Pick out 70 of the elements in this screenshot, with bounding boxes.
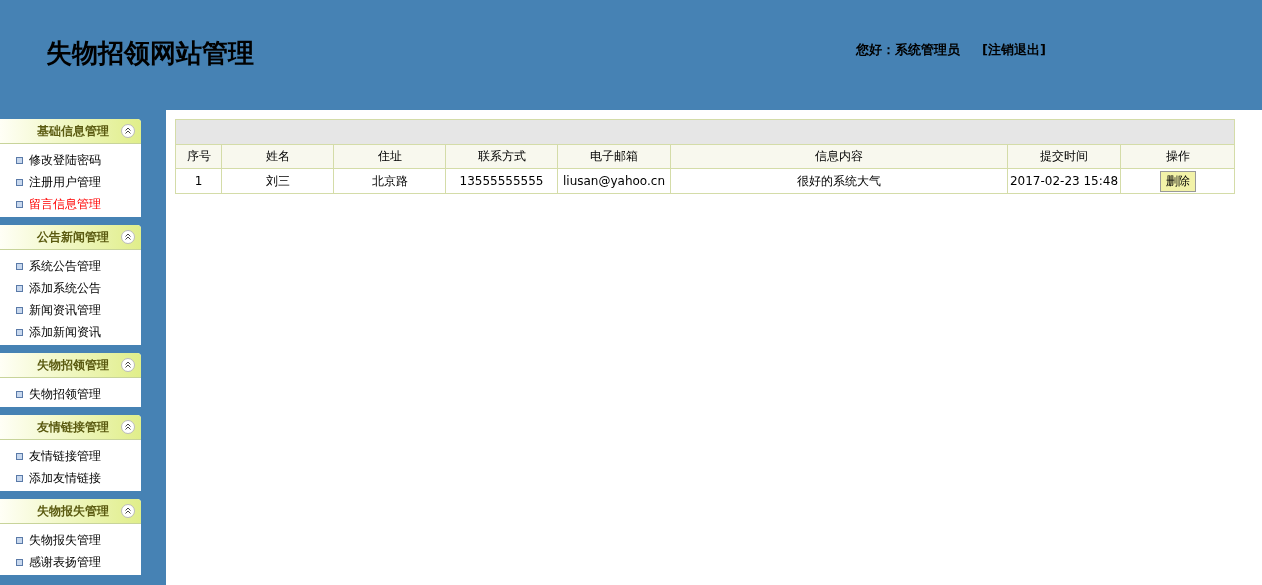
- table-cell: 北京路: [333, 168, 446, 194]
- column-header: 联系方式: [445, 144, 558, 169]
- section-title: 失物招领管理: [37, 356, 109, 374]
- section-title: 基础信息管理: [37, 122, 109, 140]
- column-header: 操作: [1120, 144, 1235, 169]
- link-label: 系统公告管理: [29, 257, 101, 275]
- sidebar-link[interactable]: 系统公告管理: [16, 255, 141, 277]
- sidebar-link[interactable]: 失物招领管理: [16, 383, 141, 405]
- table-cell: 13555555555: [445, 168, 558, 194]
- bullet-icon: [16, 390, 23, 398]
- collapse-icon[interactable]: [121, 420, 135, 434]
- collapse-icon[interactable]: [121, 504, 135, 518]
- bullet-icon: [16, 306, 23, 314]
- sidebar-link[interactable]: 修改登陆密码: [16, 149, 141, 171]
- bullet-icon: [16, 178, 23, 186]
- sidebar-link[interactable]: 感谢表扬管理: [16, 551, 141, 573]
- sidebar-link[interactable]: 添加友情链接: [16, 467, 141, 489]
- column-header: 电子邮箱: [557, 144, 671, 169]
- collapse-icon[interactable]: [121, 124, 135, 138]
- section-header[interactable]: 友情链接管理: [0, 415, 141, 440]
- bullet-icon: [16, 262, 23, 270]
- section-header[interactable]: 公告新闻管理: [0, 225, 141, 250]
- table-cell: 很好的系统大气: [670, 168, 1008, 194]
- link-label: 失物报失管理: [29, 531, 101, 549]
- sidebar-link[interactable]: 留言信息管理: [16, 193, 141, 215]
- bullet-icon: [16, 156, 23, 164]
- link-label: 感谢表扬管理: [29, 553, 101, 571]
- link-label: 添加友情链接: [29, 469, 101, 487]
- column-header: 住址: [333, 144, 446, 169]
- section-title: 失物报失管理: [37, 502, 109, 520]
- bullet-icon: [16, 284, 23, 292]
- link-label: 失物招领管理: [29, 385, 101, 403]
- bullet-icon: [16, 452, 23, 460]
- table-cell: 1: [175, 168, 222, 194]
- bullet-icon: [16, 474, 23, 482]
- sidebar-link[interactable]: 新闻资讯管理: [16, 299, 141, 321]
- sidebar-link[interactable]: 添加新闻资讯: [16, 321, 141, 343]
- logout-link[interactable]: [注销退出]: [982, 41, 1046, 69]
- bullet-icon: [16, 536, 23, 544]
- delete-button[interactable]: 删除: [1159, 170, 1196, 192]
- site-title: 失物招领网站管理: [46, 36, 255, 70]
- link-label: 添加新闻资讯: [29, 323, 101, 341]
- bullet-icon: [16, 200, 23, 208]
- section-title: 公告新闻管理: [37, 228, 109, 246]
- table-cell: 刘三: [221, 168, 334, 194]
- link-label: 添加系统公告: [29, 279, 101, 297]
- sidebar-link[interactable]: 添加系统公告: [16, 277, 141, 299]
- column-header: 姓名: [221, 144, 334, 169]
- column-header: 信息内容: [670, 144, 1008, 169]
- section-header[interactable]: 失物招领管理: [0, 353, 141, 378]
- column-header: 提交时间: [1007, 144, 1121, 169]
- link-label: 注册用户管理: [29, 173, 101, 191]
- bullet-icon: [16, 328, 23, 336]
- sidebar-link[interactable]: 友情链接管理: [16, 445, 141, 467]
- column-header: 序号: [175, 144, 222, 169]
- link-label: 新闻资讯管理: [29, 301, 101, 319]
- link-label: 友情链接管理: [29, 447, 101, 465]
- collapse-icon[interactable]: [121, 230, 135, 244]
- section-header[interactable]: 基础信息管理: [0, 119, 141, 144]
- bullet-icon: [16, 558, 23, 566]
- sidebar-link[interactable]: 注册用户管理: [16, 171, 141, 193]
- greeting-text: 您好：系统管理员: [856, 41, 960, 59]
- sidebar-link[interactable]: 失物报失管理: [16, 529, 141, 551]
- table-cell: liusan@yahoo.cn: [557, 168, 671, 194]
- collapse-icon[interactable]: [121, 358, 135, 372]
- section-title: 友情链接管理: [37, 418, 109, 436]
- section-header[interactable]: 失物报失管理: [0, 499, 141, 524]
- table-cell: 2017-02-23 15:48: [1007, 168, 1121, 194]
- link-label: 修改登陆密码: [29, 151, 101, 169]
- link-label: 留言信息管理: [29, 195, 101, 213]
